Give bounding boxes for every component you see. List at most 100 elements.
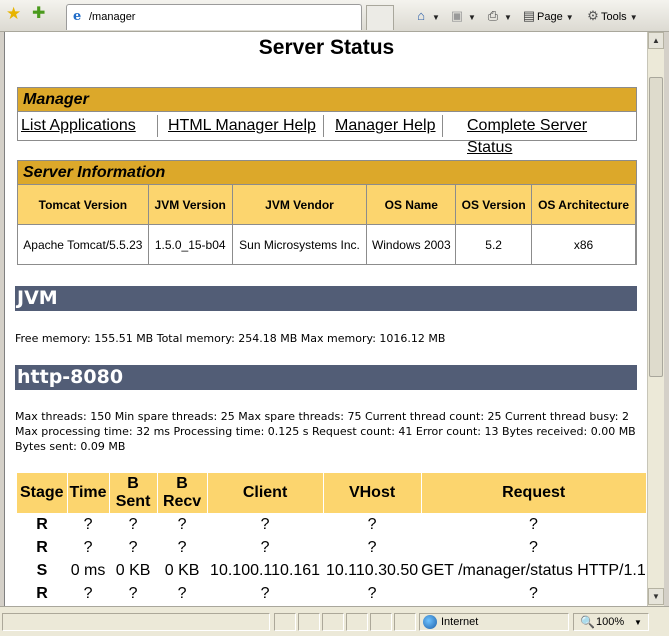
home-icon: ⌂ <box>417 8 425 23</box>
bytes-recv-cell: ? <box>177 515 187 533</box>
page-icon: ▤ <box>522 8 536 23</box>
client-cell: ? <box>260 515 270 533</box>
status-bar: Internet 🔍 100% ▼ <box>0 606 669 636</box>
vhost-cell: ? <box>367 584 377 602</box>
security-zone-label: Internet <box>441 616 479 628</box>
chevron-down-icon: ▼ <box>565 13 574 22</box>
page-title: Server Status <box>258 36 395 59</box>
table-row: R ? ? ? ? ? ? <box>17 536 646 559</box>
client-cell: 10.100.110.161 <box>210 561 321 579</box>
stage-cell: R <box>36 515 48 533</box>
bytes-sent-cell: ? <box>128 538 138 556</box>
new-tab-button[interactable] <box>366 5 394 30</box>
complete-server-status-link[interactable]: Complete Server Status <box>467 115 636 156</box>
time-cell: 0 ms <box>70 561 106 579</box>
home-button[interactable]: ⌂ ▼ <box>413 6 440 26</box>
time-cell: ? <box>83 515 93 533</box>
column-header: JVM Vendor <box>231 184 368 225</box>
print-button[interactable]: ⎙ ▼ <box>485 6 512 26</box>
column-header: B Sent <box>109 473 158 513</box>
internet-globe-icon <box>423 615 437 629</box>
tomcat-version-value: Apache Tomcat/5.5.23 <box>17 224 149 265</box>
table-row: Apache Tomcat/5.5.23 1.5.0_15-b04 Sun Mi… <box>17 224 636 265</box>
client-cell: ? <box>260 584 270 602</box>
table-row: R ? ? ? ? ? ? <box>17 513 646 536</box>
chevron-down-icon: ▼ <box>504 13 512 22</box>
time-cell: ? <box>83 584 93 602</box>
favorites-star-icon[interactable]: ★ <box>6 5 24 23</box>
status-segment <box>322 613 344 631</box>
vhost-cell: ? <box>367 515 377 533</box>
stage-cell: S <box>36 561 48 579</box>
column-header: Client <box>207 473 324 513</box>
request-cell: GET /manager/status HTTP/1.1 <box>421 561 646 579</box>
add-favorites-icon[interactable]: ✚ <box>32 5 50 23</box>
chevron-down-icon: ▼ <box>432 13 440 22</box>
column-header: Time <box>67 473 110 513</box>
server-information-box: Server Information Tomcat Version JVM Ve… <box>17 160 637 265</box>
column-header: Stage <box>17 473 68 513</box>
bytes-sent-cell: ? <box>128 584 138 602</box>
status-segment <box>298 613 320 631</box>
vhost-cell: 10.110.30.50 <box>325 561 419 579</box>
tools-menu-label: Tools <box>601 11 627 23</box>
gear-icon: ⚙ <box>587 8 599 23</box>
printer-icon: ⎙ <box>487 8 499 23</box>
manager-box: Manager List Applications HTML Manager H… <box>17 87 637 156</box>
cell-divider <box>157 115 158 137</box>
request-cell: ? <box>528 515 538 533</box>
jvm-section-heading: JVM <box>15 286 637 311</box>
list-applications-link[interactable]: List Applications <box>21 115 136 137</box>
jvm-version-value: 1.5.0_15-b04 <box>147 224 233 265</box>
bytes-sent-cell: ? <box>128 515 138 533</box>
ie-page-icon: e <box>73 9 82 24</box>
jvm-memory-text: Free memory: 155.51 MB Total memory: 254… <box>15 332 446 345</box>
page-menu-button[interactable]: ▤ Page ▼ <box>521 6 574 26</box>
stage-cell: R <box>36 538 48 556</box>
tools-menu-button[interactable]: ⚙ Tools ▼ <box>585 6 637 26</box>
scroll-down-button[interactable]: ▼ <box>648 588 664 605</box>
page-content: Server Status Manager List Applications … <box>4 32 647 606</box>
status-text-area <box>2 613 270 631</box>
status-segment <box>274 613 296 631</box>
scroll-up-button[interactable]: ▲ <box>648 32 664 49</box>
server-information-table: Tomcat Version JVM Version JVM Vendor OS… <box>17 184 636 265</box>
table-row: S 0 ms 0 KB 0 KB 10.100.110.161 10.110.3… <box>17 559 646 582</box>
feeds-button[interactable]: ▣ ▼ <box>449 6 476 26</box>
chevron-down-icon[interactable]: ▼ <box>634 618 642 627</box>
status-segment <box>394 613 416 631</box>
browser-tab-manager[interactable]: e /manager <box>66 4 362 30</box>
scrollbar-thumb[interactable] <box>649 77 663 377</box>
time-cell: ? <box>83 538 93 556</box>
html-manager-help-link[interactable]: HTML Manager Help <box>168 115 316 137</box>
request-cell: ? <box>528 584 538 602</box>
manager-links-row: List Applications HTML Manager Help Mana… <box>18 112 636 156</box>
cell-divider <box>442 115 443 137</box>
tab-title: /manager <box>89 11 136 23</box>
server-information-heading: Server Information <box>18 161 636 185</box>
column-header: OS Version <box>455 184 533 225</box>
manager-help-link[interactable]: Manager Help <box>335 115 436 137</box>
window-frame <box>664 32 669 636</box>
request-cell: ? <box>528 538 538 556</box>
status-segment <box>370 613 392 631</box>
connector-section-heading: http-8080 <box>15 365 637 390</box>
zoom-magnifier-icon: 🔍 <box>580 615 595 629</box>
bytes-recv-cell: ? <box>177 584 187 602</box>
zoom-level: 100% <box>596 616 625 628</box>
status-segment <box>346 613 368 631</box>
vertical-scrollbar[interactable]: ▲ ▼ <box>647 32 664 606</box>
jvm-vendor-value: Sun Microsystems Inc. <box>231 224 368 265</box>
column-header: B Recv <box>157 473 208 513</box>
os-name-value: Windows 2003 <box>366 224 457 265</box>
bytes-sent-cell: 0 KB <box>115 561 151 579</box>
manager-heading: Manager <box>18 88 636 112</box>
column-header: Tomcat Version <box>17 184 149 225</box>
page-menu-label: Page <box>537 11 563 23</box>
bytes-recv-cell: ? <box>177 538 187 556</box>
os-version-value: 5.2 <box>455 224 533 265</box>
column-header: OS Name <box>366 184 457 225</box>
browser-toolbar: ★ ✚ e /manager ⌂ ▼ ▣ ▼ ⎙ ▼ ▤ Page ▼ ⚙ Tools ▼ <box>0 0 669 32</box>
vhost-cell: ? <box>367 538 377 556</box>
connector-stats-text: Max threads: 150 Min spare threads: 25 M… <box>15 410 636 453</box>
